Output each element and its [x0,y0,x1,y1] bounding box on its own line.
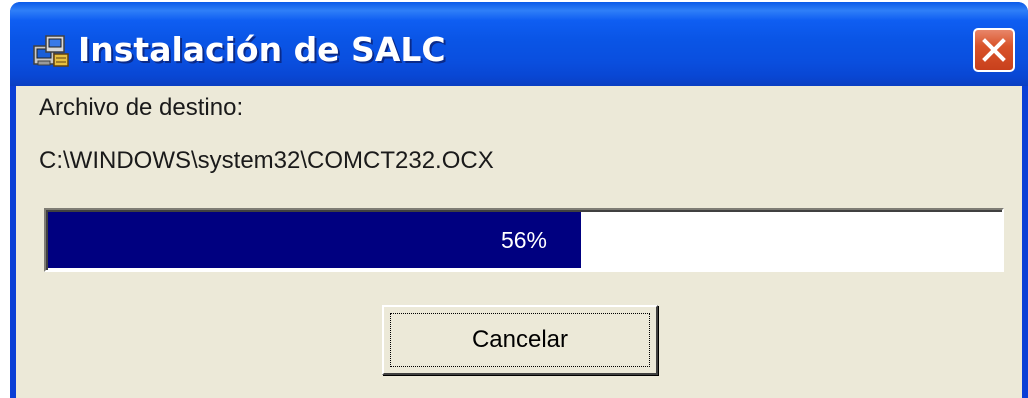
close-button[interactable] [973,28,1015,72]
destination-label: Archivo de destino: [39,94,244,121]
window-title: Instalación de SALC [78,30,446,69]
cancel-button[interactable]: Cancelar [382,305,658,375]
installer-window: Instalación de SALC Archivo de destino: … [10,2,1028,398]
cancel-button-label: Cancelar [471,326,569,353]
title-bar[interactable]: Instalación de SALC [10,2,1028,86]
dialog-body: Archivo de destino: C:\WINDOWS\system32\… [16,86,1022,398]
setup-computer-icon [33,35,69,67]
progress-bar: 56% [44,208,1004,272]
destination-path: C:\WINDOWS\system32\COMCT232.OCX [39,147,494,174]
close-icon [982,38,1006,62]
progress-percent: 56% [500,227,548,253]
